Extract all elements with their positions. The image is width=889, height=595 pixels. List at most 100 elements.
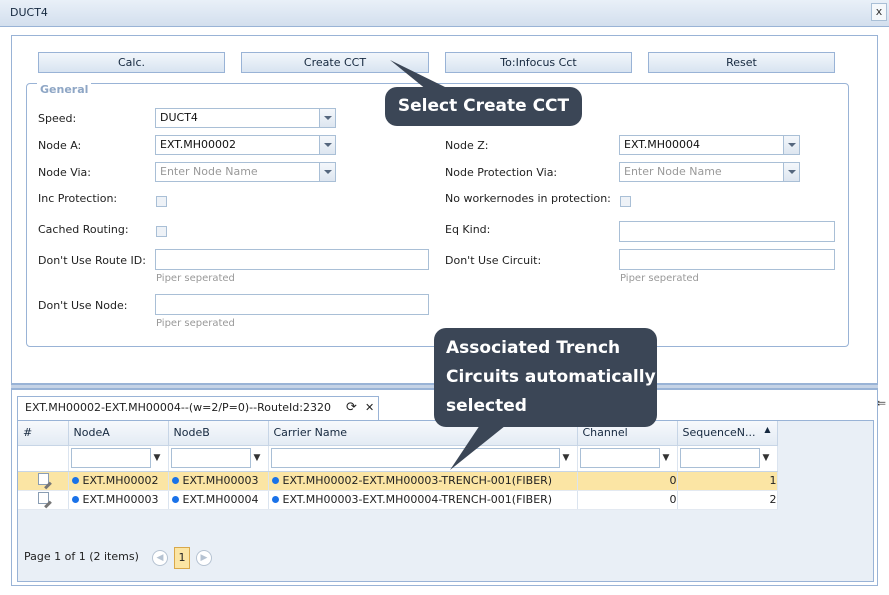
node-b-text: EXT.MH00004: [182, 493, 259, 506]
sort-asc-icon[interactable]: ▲: [764, 425, 770, 434]
node-protection-via-combo[interactable]: Enter Node Name: [619, 162, 800, 182]
node-a-label: Node A:: [38, 139, 82, 152]
grid-filter-row: ▼ ▼ ▼ ▼ ▼: [18, 445, 778, 472]
dont-use-circuit-hint: Piper seperated: [620, 273, 699, 284]
node-z-value: EXT.MH00004: [624, 138, 700, 151]
cached-routing-checkbox[interactable]: [156, 226, 167, 237]
status-dot-icon: [171, 477, 179, 484]
general-legend: General: [37, 83, 92, 96]
status-dot-icon: [71, 496, 79, 503]
carrier-cell: EXT.MH00002-EXT.MH00003-TRENCH-001(FIBER…: [268, 471, 578, 491]
carrier-text: EXT.MH00002-EXT.MH00003-TRENCH-001(FIBER…: [282, 474, 553, 487]
inc-protection-label: Inc Protection:: [38, 192, 118, 205]
chevron-down-icon[interactable]: [783, 136, 799, 154]
edit-icon[interactable]: [38, 473, 49, 485]
node-protection-via-placeholder: Enter Node Name: [624, 165, 722, 178]
to-infocus-cct-button[interactable]: To:Infocus Cct: [445, 52, 632, 73]
edit-icon[interactable]: [38, 492, 49, 504]
filter-node-b-input[interactable]: [170, 448, 251, 468]
close-tab-icon[interactable]: ✕: [365, 397, 374, 419]
dont-use-route-input[interactable]: [155, 249, 429, 270]
window-title: DUCT4: [10, 6, 48, 19]
filter-carrier-cell: ▼: [268, 445, 578, 472]
filter-node-a-input[interactable]: [70, 448, 151, 468]
callout-trench-line: Circuits automatically: [446, 367, 656, 387]
callout-select-create: Select Create CCT: [385, 87, 582, 126]
col-num-header[interactable]: #: [18, 421, 69, 446]
node-via-label: Node Via:: [38, 166, 91, 179]
dont-use-route-label: Don't Use Route ID:: [38, 254, 146, 267]
col-node-a-header[interactable]: NodeA: [68, 421, 169, 446]
table-row[interactable]: EXT.MH00003 EXT.MH00004 EXT.MH00003-EXT.…: [18, 490, 778, 510]
speed-combo[interactable]: DUCT4: [155, 108, 336, 128]
callout-pointer: [450, 422, 510, 470]
dont-use-circuit-input[interactable]: [619, 249, 835, 270]
node-z-combo[interactable]: EXT.MH00004: [619, 135, 800, 155]
row-edit-cell: [18, 471, 69, 491]
table-row[interactable]: EXT.MH00002 EXT.MH00003 EXT.MH00002-EXT.…: [18, 471, 778, 491]
speed-value: DUCT4: [160, 111, 198, 124]
pager-summary: Page 1 of 1 (2 items): [24, 550, 139, 563]
col-seq-header[interactable]: SequenceN... ▲: [677, 421, 778, 446]
status-dot-icon: [171, 496, 179, 503]
node-a-cell: EXT.MH00003: [68, 490, 169, 510]
pager-next-icon[interactable]: ▶: [196, 550, 212, 566]
status-dot-icon: [271, 496, 279, 503]
node-b-cell: EXT.MH00003: [168, 471, 269, 491]
chevron-down-icon[interactable]: [319, 109, 335, 127]
node-b-text: EXT.MH00003: [182, 474, 259, 487]
filter-channel-cell: ▼: [577, 445, 678, 472]
close-window-button[interactable]: x: [871, 3, 887, 21]
cached-routing-label: Cached Routing:: [38, 223, 129, 236]
node-via-combo[interactable]: Enter Node Name: [155, 162, 336, 182]
eq-kind-input[interactable]: [619, 221, 835, 242]
col-seq-label: SequenceN...: [682, 426, 756, 440]
callout-trench-auto: Associated Trench Circuits automatically…: [434, 328, 657, 427]
window-titlebar: DUCT4 x: [0, 0, 889, 27]
carrier-cell: EXT.MH00003-EXT.MH00004-TRENCH-001(FIBER…: [268, 490, 578, 510]
filter-carrier-input[interactable]: [270, 448, 560, 468]
filter-num-cell: [18, 445, 69, 472]
pager-current-page[interactable]: 1: [174, 547, 190, 569]
dont-use-route-hint: Piper seperated: [156, 273, 235, 284]
filter-icon[interactable]: ▼: [663, 453, 670, 463]
refresh-icon[interactable]: ⟳: [346, 397, 357, 419]
chevron-down-icon[interactable]: [319, 136, 335, 154]
filter-icon[interactable]: ▼: [563, 453, 570, 463]
node-a-combo[interactable]: EXT.MH00002: [155, 135, 336, 155]
carrier-text: EXT.MH00003-EXT.MH00004-TRENCH-001(FIBER…: [282, 493, 553, 506]
callout-trench-line: Associated Trench: [446, 338, 621, 358]
chevron-down-icon[interactable]: [783, 163, 799, 181]
grid-header-row: # NodeA NodeB Carrier Name Channel Seque…: [18, 421, 778, 446]
dont-use-circuit-label: Don't Use Circuit:: [445, 254, 542, 267]
pager-prev-icon[interactable]: ◀: [152, 550, 168, 566]
filter-icon[interactable]: ▼: [154, 453, 161, 463]
row-edit-cell: [18, 490, 69, 510]
no-workernodes-label: No workernodes in protection:: [445, 192, 611, 205]
inc-protection-checkbox[interactable]: [156, 196, 167, 207]
filter-icon[interactable]: ▼: [254, 453, 261, 463]
no-workernodes-checkbox[interactable]: [620, 196, 631, 207]
node-z-label: Node Z:: [445, 139, 489, 152]
col-node-b-header[interactable]: NodeB: [168, 421, 269, 446]
tab-label: EXT.MH00002-EXT.MH00004--(w=2/P=0)--Rout…: [25, 401, 331, 414]
callout-create-text: Select Create CCT: [397, 96, 570, 116]
speed-label: Speed:: [38, 112, 77, 125]
status-dot-icon: [271, 477, 279, 484]
dont-use-node-input[interactable]: [155, 294, 429, 315]
dont-use-node-label: Don't Use Node:: [38, 299, 128, 312]
tab-route-result[interactable]: EXT.MH00002-EXT.MH00004--(w=2/P=0)--Rout…: [17, 396, 379, 420]
filter-channel-input[interactable]: [579, 448, 660, 468]
filter-icon[interactable]: ▼: [763, 453, 770, 463]
reset-button[interactable]: Reset: [648, 52, 835, 73]
chevron-down-icon[interactable]: [319, 163, 335, 181]
seq-cell: 2: [677, 490, 778, 510]
filter-seq-cell: ▼: [677, 445, 778, 472]
eq-kind-label: Eq Kind:: [445, 223, 491, 236]
calc-button[interactable]: Calc.: [38, 52, 225, 73]
channel-cell: 0: [577, 490, 678, 510]
node-via-placeholder: Enter Node Name: [160, 165, 258, 178]
filter-seq-input[interactable]: [679, 448, 760, 468]
node-protection-via-label: Node Protection Via:: [445, 166, 558, 179]
status-dot-icon: [71, 477, 79, 484]
